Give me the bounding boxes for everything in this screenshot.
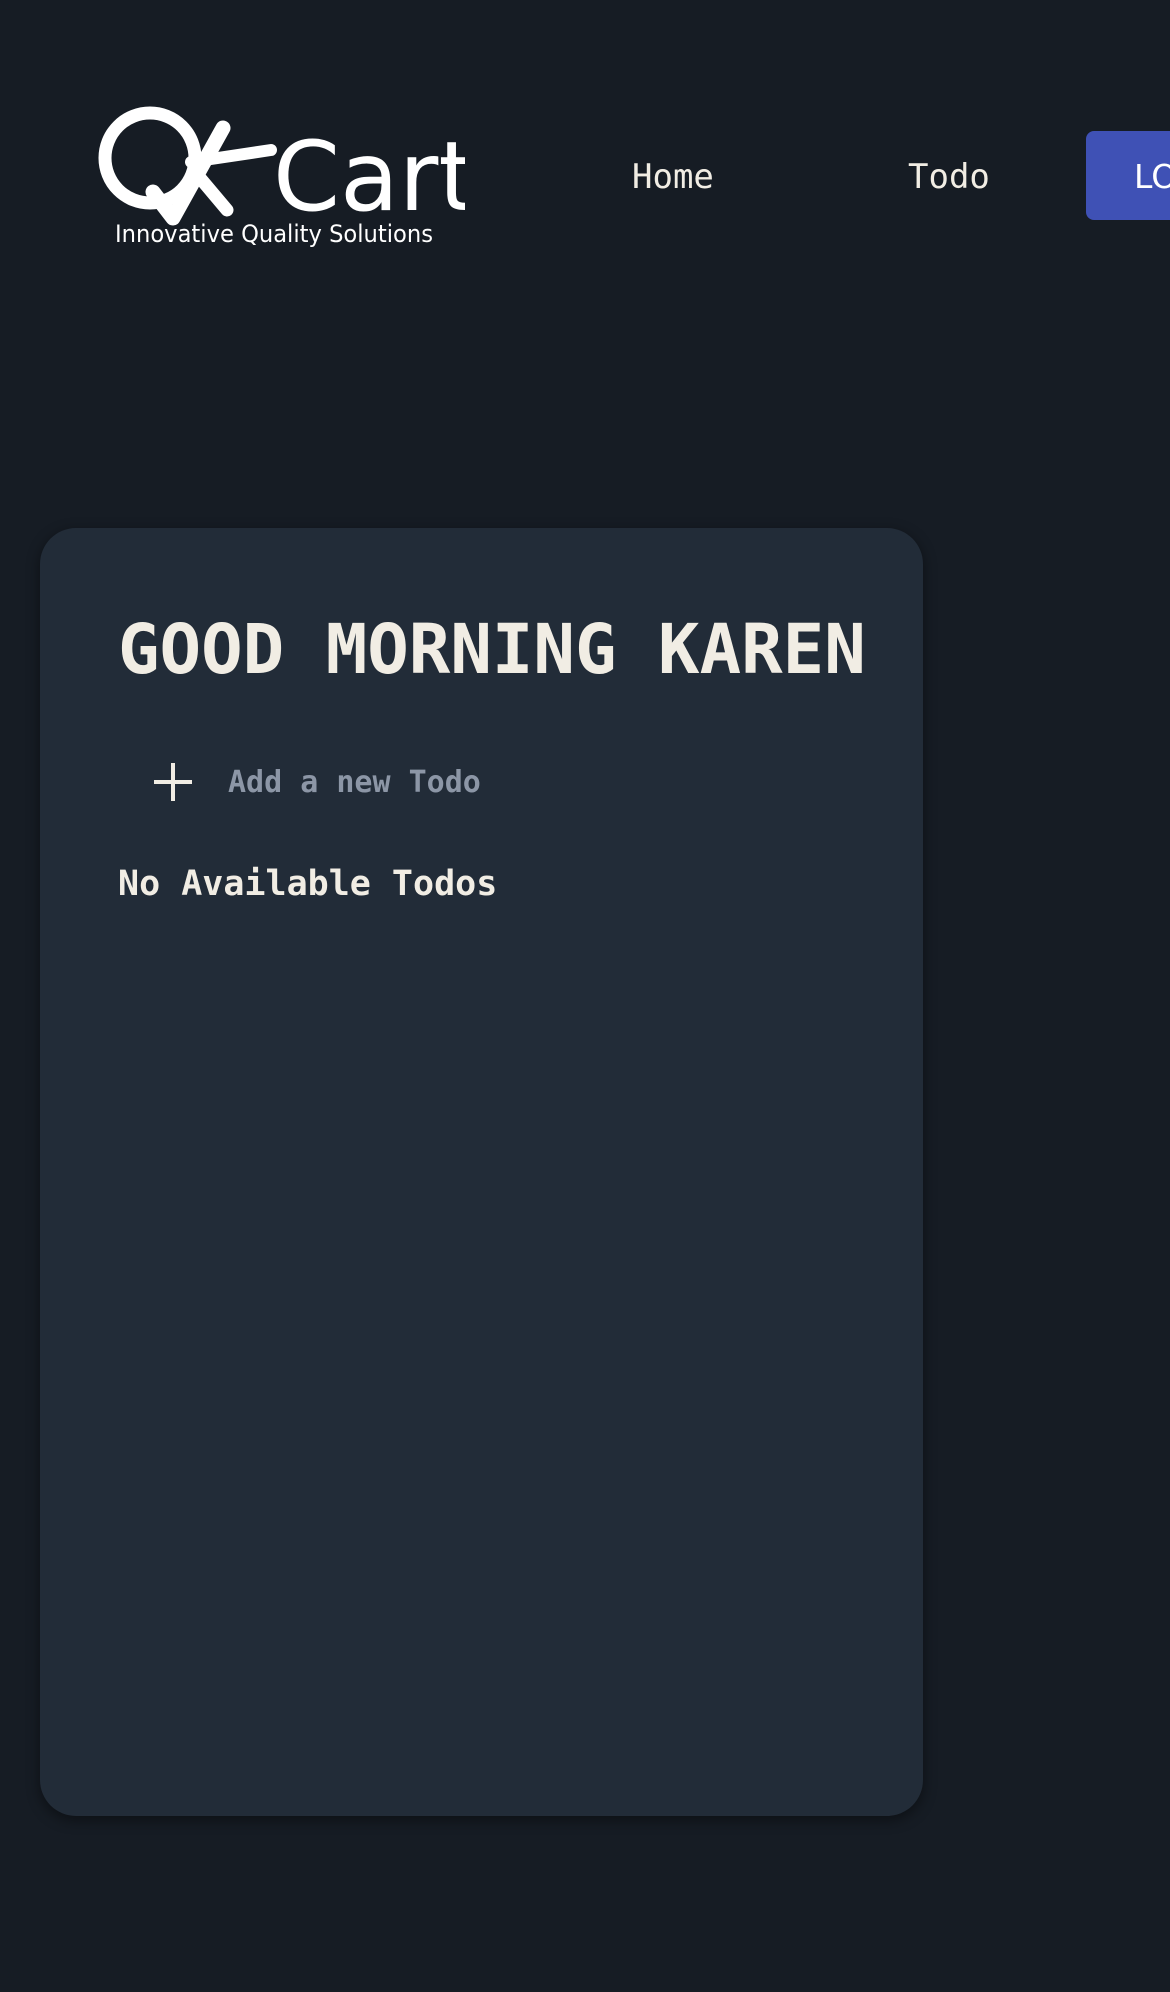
logo-graphic: Cart Innovative Quality Solutions: [98, 106, 465, 248]
nav-home-link[interactable]: Home: [632, 150, 714, 204]
add-todo-row: [150, 750, 850, 814]
greeting-heading: GOOD MORNING KAREN: [118, 610, 866, 690]
page: Cart Innovative Quality Solutions Home T…: [0, 0, 1170, 1992]
todo-card: GOOD MORNING KAREN No Available Todos: [40, 528, 923, 1816]
empty-todos-message: No Available Todos: [118, 864, 498, 904]
qacart-logo[interactable]: Cart Innovative Quality Solutions: [95, 100, 465, 260]
plus-icon[interactable]: [150, 759, 196, 805]
new-todo-input[interactable]: [228, 754, 788, 810]
logo-wordmark: Cart: [273, 121, 465, 233]
nav-todo-link[interactable]: Todo: [908, 150, 990, 204]
logo-tagline: Innovative Quality Solutions: [115, 220, 433, 248]
top-header: Cart Innovative Quality Solutions Home T…: [0, 0, 1170, 300]
logout-button[interactable]: LOGOUT: [1086, 131, 1170, 220]
